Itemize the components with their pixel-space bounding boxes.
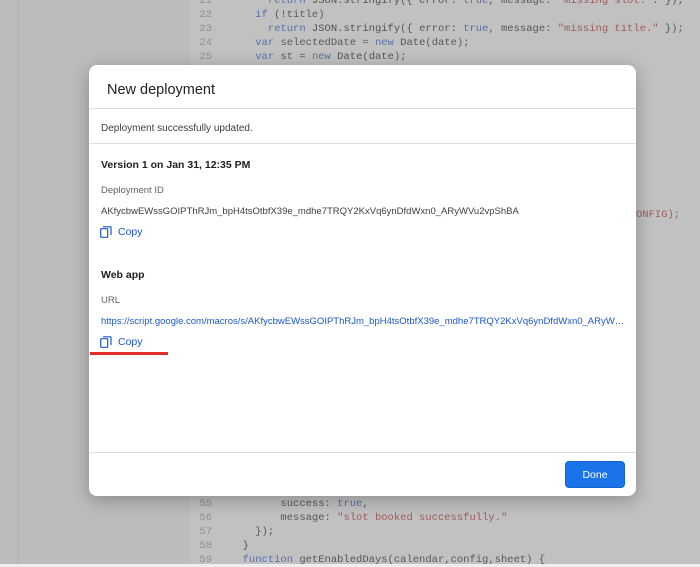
status-divider bbox=[89, 143, 636, 144]
url-label: URL bbox=[101, 295, 121, 306]
deployment-id-value: AKfycbwEWssGOIPThRJm_bpH4tsOtbfX39e_mdhe… bbox=[101, 206, 519, 217]
web-app-heading: Web app bbox=[101, 269, 145, 281]
version-heading: Version 1 on Jan 31, 12:35 PM bbox=[101, 159, 251, 171]
dialog-title: New deployment bbox=[107, 82, 215, 98]
web-app-url-link[interactable]: https://script.google.com/macros/s/AKfyc… bbox=[101, 316, 625, 327]
annotation-underline bbox=[90, 352, 168, 355]
done-button[interactable]: Done bbox=[565, 461, 625, 488]
footer-divider bbox=[89, 452, 636, 453]
new-deployment-dialog: New deployment Deployment successfully u… bbox=[89, 65, 636, 496]
copy-icon bbox=[100, 336, 112, 348]
header-divider bbox=[89, 108, 636, 109]
copy-label: Copy bbox=[118, 226, 143, 238]
copy-url-button[interactable]: Copy bbox=[100, 333, 143, 351]
copy-deployment-id-button[interactable]: Copy bbox=[100, 223, 143, 241]
copy-label: Copy bbox=[118, 336, 143, 348]
deployment-id-label: Deployment ID bbox=[101, 185, 164, 196]
copy-icon bbox=[100, 226, 112, 238]
status-message: Deployment successfully updated. bbox=[101, 123, 253, 134]
